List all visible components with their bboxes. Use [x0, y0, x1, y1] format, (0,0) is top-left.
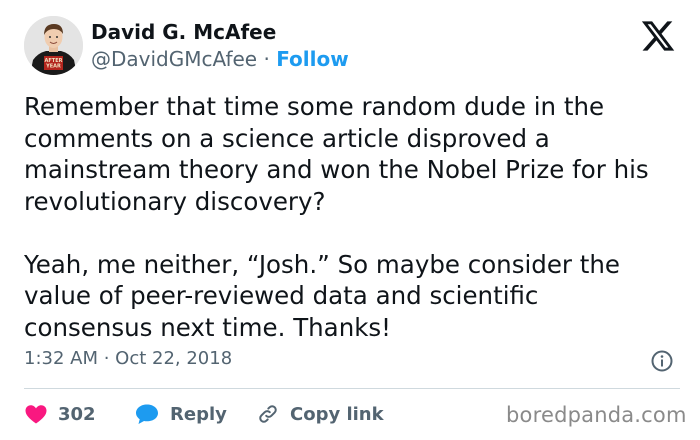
tweet-line: comments on a science article disproved …: [24, 123, 550, 153]
reply-label: Reply: [170, 403, 227, 425]
x-logo-icon[interactable]: [640, 18, 676, 54]
separator-dot: ·: [263, 47, 270, 71]
tweet-line: Yeah, me neither, “Josh.” So maybe consi…: [24, 249, 620, 279]
avatar[interactable]: AFTER YEAR: [24, 16, 83, 75]
divider: [24, 388, 680, 389]
svg-text:YEAR: YEAR: [45, 64, 61, 70]
tweet-text: Remember that time some random dude in t…: [24, 91, 692, 343]
like-count: 302: [58, 403, 96, 425]
tweet-line: mainstream theory and won the Nobel Priz…: [24, 155, 649, 184]
link-icon: [259, 405, 277, 423]
info-icon[interactable]: [650, 349, 674, 373]
tweet-timestamp[interactable]: 1:32 AM · Oct 22, 2018: [24, 348, 232, 369]
tweet-line: Remember that time some random dude in t…: [24, 92, 605, 121]
follow-button[interactable]: Follow: [276, 47, 349, 71]
author-handle-line: @DavidGMcAfee · Follow: [91, 47, 349, 71]
author-name[interactable]: David G. McAfee: [91, 20, 276, 44]
copy-link-label: Copy link: [290, 403, 384, 425]
speech-bubble-icon: [136, 404, 158, 424]
tweet-card: AFTER YEAR David G. McAfee @DavidGMcAfee…: [0, 0, 700, 440]
author-handle[interactable]: @DavidGMcAfee: [91, 47, 257, 71]
tweet-line: revolutionary discovery?: [24, 186, 326, 216]
tweet-line: consensus next time. Thanks!: [24, 312, 391, 342]
reply-button[interactable]: Reply: [134, 398, 227, 430]
watermark: boredpanda.com: [506, 403, 687, 427]
heart-icon: [25, 405, 47, 424]
like-button[interactable]: 302: [24, 398, 96, 430]
copy-link-button[interactable]: Copy link: [256, 398, 384, 430]
avatar-image: AFTER YEAR: [24, 16, 83, 75]
tweet-line: value of peer-reviewed data and scientif…: [24, 281, 539, 310]
